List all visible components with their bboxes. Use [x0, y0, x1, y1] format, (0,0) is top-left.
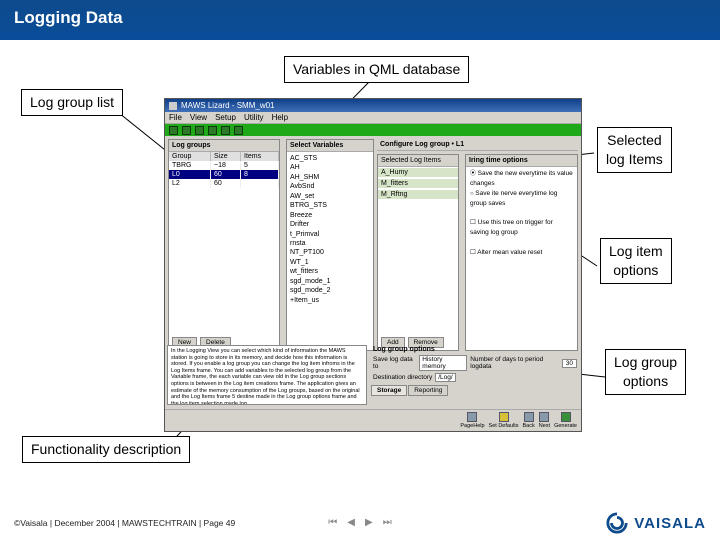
setdefaults-button[interactable]: Set Defaults	[489, 412, 519, 429]
menu-item[interactable]: Help	[272, 113, 288, 122]
option-check[interactable]: Alter mean value reset	[470, 248, 573, 258]
option-radio[interactable]: Save ite nerve everytime log group saves	[470, 189, 573, 209]
toolbar-icon[interactable]	[208, 126, 217, 135]
nav-last-icon[interactable]: ⏭	[383, 517, 392, 528]
col-head: Items	[241, 152, 279, 161]
app-body: Log groups Group Size Items TBRG ~18 5 L…	[165, 136, 581, 354]
back-button[interactable]: Back	[523, 412, 535, 429]
callout-text: Log item	[609, 243, 663, 259]
option-check[interactable]: Use this tree on trigger for saving log …	[470, 218, 573, 238]
text-field[interactable]: /Log/	[435, 373, 455, 382]
option-radio[interactable]: Save the new everytime its value changes	[470, 169, 573, 189]
callout-log-group-list: Log group list	[21, 89, 123, 116]
nav-next-icon[interactable]: ▶	[365, 517, 373, 528]
brand: VAISALA	[606, 512, 706, 534]
callout-variables-db: Variables in QML database	[284, 56, 469, 83]
field-label: Number of days to period logdata	[470, 356, 559, 370]
toolbar-icon[interactable]	[169, 126, 178, 135]
description-box: In the Logging View you can select which…	[167, 345, 367, 405]
toolbar-icon[interactable]	[195, 126, 204, 135]
app-icon	[169, 102, 177, 110]
callout-log-group-options: Log group options	[605, 349, 686, 395]
app-titlebar: MAWS Lizard - SMM_w01	[165, 99, 581, 112]
slide-area: Log group list Variables in QML database…	[0, 40, 720, 510]
pagehelp-button[interactable]: PageHelp	[460, 412, 484, 429]
logo-icon	[606, 512, 628, 534]
page-title-bar: Logging Data	[0, 0, 720, 40]
callout-text: options	[613, 262, 658, 278]
variable-list[interactable]: AC_STS AH AH_SHM AvbSnd AW_set BTRG_STS …	[287, 152, 373, 307]
callout-text: Log group list	[30, 94, 114, 110]
selected-item[interactable]: A_Humy	[378, 168, 458, 177]
number-field[interactable]: 30	[562, 359, 577, 368]
col-head: Size	[211, 152, 241, 161]
generate-button[interactable]: Generate	[554, 412, 577, 429]
menu-item[interactable]: View	[190, 113, 207, 122]
menu-item[interactable]: Setup	[215, 113, 236, 122]
selected-item[interactable]: M_Rftng	[378, 190, 458, 199]
toolbar-icon[interactable]	[234, 126, 243, 135]
nav-first-icon[interactable]: ⏮	[328, 517, 337, 528]
app-window: MAWS Lizard - SMM_w01 File View Setup Ut…	[164, 98, 582, 432]
callout-log-item-options: Log item options	[600, 238, 672, 284]
col-head: Group	[169, 152, 211, 161]
table-header: Group Size Items	[169, 152, 279, 161]
app-title-text: MAWS Lizard - SMM_w01	[181, 101, 275, 110]
panel-item-options: Iring time options Save the new everytim…	[465, 154, 578, 351]
panel-heading: Configure Log group • L1	[377, 139, 578, 151]
menu-item[interactable]: Utility	[244, 113, 264, 122]
table-row[interactable]: L2 60	[169, 179, 279, 188]
callout-text: Variables in QML database	[293, 61, 460, 77]
panel-log-groups: Log groups Group Size Items TBRG ~18 5 L…	[168, 139, 280, 351]
callout-text: Log group	[614, 354, 677, 370]
callout-functionality: Functionality description	[22, 436, 190, 463]
app-lower: In the Logging View you can select which…	[165, 343, 581, 407]
next-button[interactable]: Next	[539, 412, 550, 429]
menu-item[interactable]: File	[169, 113, 182, 122]
callout-text: Selected	[607, 132, 661, 148]
log-group-options: Log group options Save log data to Histo…	[371, 345, 579, 405]
slide-nav: ⏮ ◀ ▶ ⏭	[328, 517, 391, 528]
selected-item[interactable]: M_fitters	[378, 179, 458, 188]
field-label: Save log data to	[373, 356, 416, 370]
panel-heading: Select Variables	[287, 140, 373, 152]
app-menubar: File View Setup Utility Help	[165, 112, 581, 124]
callout-text: log Items	[606, 151, 663, 167]
field-label: Destination directory	[373, 374, 432, 381]
dropdown[interactable]: History memory	[419, 355, 467, 371]
tab-reporting[interactable]: Reporting	[408, 385, 448, 396]
toolbar	[165, 124, 581, 136]
panel-selected-items: Selected Log Items A_Humy M_fitters M_Rf…	[377, 154, 459, 351]
nav-prev-icon[interactable]: ◀	[347, 517, 355, 528]
callout-selected-items: Selected log Items	[597, 127, 672, 173]
panel-subheading: Selected Log Items	[378, 155, 458, 167]
panel-heading: Iring time options	[466, 155, 577, 167]
slide-footer: ©Vaisala | December 2004 | MAWSTECHTRAIN…	[0, 500, 720, 540]
lgo-heading: Log group options	[371, 345, 579, 354]
toolbar-icon[interactable]	[182, 126, 191, 135]
page-title: Logging Data	[14, 8, 123, 27]
table-row[interactable]: TBRG ~18 5	[169, 161, 279, 170]
callout-text: Functionality description	[31, 441, 181, 457]
wizard-nav: PageHelp Set Defaults Back Next Generate	[165, 409, 581, 431]
table-row-selected[interactable]: L0 60 8	[169, 170, 279, 179]
copyright: ©Vaisala | December 2004 | MAWSTECHTRAIN…	[14, 518, 235, 528]
logo-text: VAISALA	[634, 515, 706, 532]
panel-heading: Log groups	[169, 140, 279, 152]
callout-text: options	[623, 373, 668, 389]
toolbar-icon[interactable]	[221, 126, 230, 135]
tab-storage[interactable]: Storage	[371, 385, 407, 396]
panel-select-variables: Select Variables AC_STS AH AH_SHM AvbSnd…	[286, 139, 374, 351]
